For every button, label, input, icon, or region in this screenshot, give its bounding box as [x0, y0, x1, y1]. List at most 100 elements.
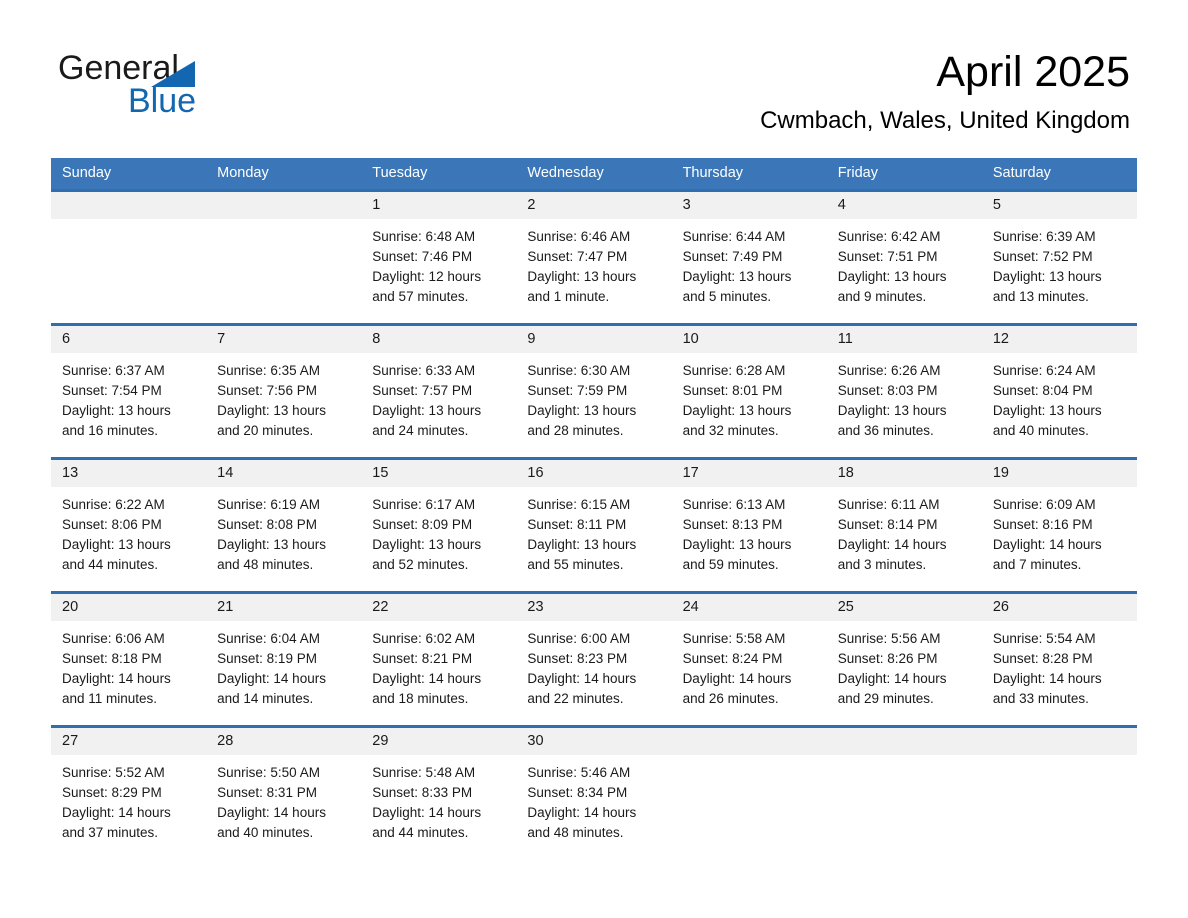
day-details: Sunrise: 6:09 AM Sunset: 8:16 PM Dayligh… [982, 487, 1137, 575]
day-number: 19 [992, 465, 1009, 481]
day-details: Sunrise: 6:02 AM Sunset: 8:21 PM Dayligh… [361, 621, 516, 709]
day-cell[interactable]: 13 Sunrise: 6:22 AM Sunset: 8:06 PM Dayl… [51, 460, 207, 591]
day-details: Sunrise: 6:24 AM Sunset: 8:04 PM Dayligh… [982, 353, 1137, 441]
sunrise-text: Sunrise: 6:48 AM [372, 229, 476, 244]
day-number-band: 18 [826, 460, 982, 487]
day-number-band: 21 [206, 594, 362, 621]
day-details: Sunrise: 6:42 AM Sunset: 7:51 PM Dayligh… [827, 219, 982, 307]
day-cell[interactable]: 8 Sunrise: 6:33 AM Sunset: 7:57 PM Dayli… [361, 326, 517, 457]
day-details: Sunrise: 5:56 AM Sunset: 8:26 PM Dayligh… [827, 621, 982, 709]
page-header: General Blue April 2025 Cwmbach, Wales, … [0, 0, 1188, 150]
day-cell[interactable]: 30 Sunrise: 5:46 AM Sunset: 8:34 PM Dayl… [516, 728, 672, 859]
daylight-text-line1: Daylight: 13 hours [372, 403, 482, 418]
day-cell[interactable]: 22 Sunrise: 6:02 AM Sunset: 8:21 PM Dayl… [361, 594, 517, 725]
day-cell[interactable]: 23 Sunrise: 6:00 AM Sunset: 8:23 PM Dayl… [516, 594, 672, 725]
day-cell[interactable]: 18 Sunrise: 6:11 AM Sunset: 8:14 PM Dayl… [826, 460, 982, 591]
day-cell[interactable]: 20 Sunrise: 6:06 AM Sunset: 8:18 PM Dayl… [51, 594, 207, 725]
generalblue-logo[interactable]: General Blue [58, 48, 318, 128]
day-cell[interactable]: 24 Sunrise: 5:58 AM Sunset: 8:24 PM Dayl… [671, 594, 827, 725]
daylight-text-line2: and 33 minutes. [992, 691, 1089, 706]
daylight-text-line1: Daylight: 13 hours [992, 269, 1102, 284]
day-cell[interactable]: 14 Sunrise: 6:19 AM Sunset: 8:08 PM Dayl… [206, 460, 362, 591]
day-cell[interactable]: 27 Sunrise: 5:52 AM Sunset: 8:29 PM Dayl… [51, 728, 207, 859]
day-details: Sunrise: 6:33 AM Sunset: 7:57 PM Dayligh… [361, 353, 516, 441]
day-cell [671, 728, 827, 859]
daylight-text-line2: and 26 minutes. [682, 691, 779, 706]
day-details: Sunrise: 6:44 AM Sunset: 7:49 PM Dayligh… [672, 219, 827, 307]
day-number: 21 [217, 599, 234, 615]
day-number: 28 [217, 733, 234, 749]
sunrise-text: Sunrise: 5:54 AM [992, 631, 1096, 646]
day-cell[interactable]: 29 Sunrise: 5:48 AM Sunset: 8:33 PM Dayl… [361, 728, 517, 859]
day-cell[interactable]: 21 Sunrise: 6:04 AM Sunset: 8:19 PM Dayl… [206, 594, 362, 725]
day-number-band: 26 [981, 594, 1137, 621]
weekday-header-tuesday: Tuesday [372, 165, 428, 181]
day-cell[interactable]: 9 Sunrise: 6:30 AM Sunset: 7:59 PM Dayli… [516, 326, 672, 457]
day-cell[interactable]: 7 Sunrise: 6:35 AM Sunset: 7:56 PM Dayli… [206, 326, 362, 457]
day-cell[interactable]: 6 Sunrise: 6:37 AM Sunset: 7:54 PM Dayli… [51, 326, 207, 457]
sunrise-text: Sunrise: 5:58 AM [682, 631, 786, 646]
day-cell[interactable]: 15 Sunrise: 6:17 AM Sunset: 8:09 PM Dayl… [361, 460, 517, 591]
sunset-text: Sunset: 8:28 PM [992, 651, 1093, 666]
day-details: Sunrise: 5:48 AM Sunset: 8:33 PM Dayligh… [361, 755, 516, 843]
sunset-text: Sunset: 8:24 PM [682, 651, 783, 666]
day-cell[interactable]: 19 Sunrise: 6:09 AM Sunset: 8:16 PM Dayl… [981, 460, 1137, 591]
week-row: 13 Sunrise: 6:22 AM Sunset: 8:06 PM Dayl… [51, 457, 1137, 591]
sunset-text: Sunset: 8:31 PM [217, 785, 317, 800]
sunrise-text: Sunrise: 6:17 AM [372, 497, 476, 512]
day-cell[interactable]: 17 Sunrise: 6:13 AM Sunset: 8:13 PM Dayl… [671, 460, 827, 591]
logo-text-blue: Blue [128, 82, 197, 120]
day-cell[interactable]: 16 Sunrise: 6:15 AM Sunset: 8:11 PM Dayl… [516, 460, 672, 591]
daylight-text-line1: Daylight: 14 hours [62, 805, 171, 820]
sunrise-text: Sunrise: 6:26 AM [837, 363, 941, 378]
sunrise-text: Sunrise: 6:33 AM [372, 363, 476, 378]
day-cell[interactable]: 10 Sunrise: 6:28 AM Sunset: 8:01 PM Dayl… [671, 326, 827, 457]
day-details: Sunrise: 6:28 AM Sunset: 8:01 PM Dayligh… [672, 353, 827, 441]
sunrise-text: Sunrise: 6:13 AM [682, 497, 786, 512]
day-details: Sunrise: 6:13 AM Sunset: 8:13 PM Dayligh… [672, 487, 827, 575]
day-number: 26 [992, 599, 1009, 615]
day-details: Sunrise: 6:11 AM Sunset: 8:14 PM Dayligh… [827, 487, 982, 575]
sunset-text: Sunset: 7:49 PM [682, 249, 783, 264]
weekday-header-wednesday: Wednesday [527, 165, 604, 181]
sunset-text: Sunset: 7:59 PM [527, 383, 628, 398]
sunset-text: Sunset: 8:14 PM [837, 517, 938, 532]
day-cell[interactable]: 4 Sunrise: 6:42 AM Sunset: 7:51 PM Dayli… [826, 192, 982, 323]
day-number-band: 13 [51, 460, 207, 487]
day-number: 17 [682, 465, 699, 481]
daylight-text-line1: Daylight: 13 hours [62, 403, 171, 418]
day-cell[interactable]: 25 Sunrise: 5:56 AM Sunset: 8:26 PM Dayl… [826, 594, 982, 725]
sunset-text: Sunset: 8:13 PM [682, 517, 783, 532]
day-cell[interactable]: 28 Sunrise: 5:50 AM Sunset: 8:31 PM Dayl… [206, 728, 362, 859]
day-details: Sunrise: 5:54 AM Sunset: 8:28 PM Dayligh… [982, 621, 1137, 709]
sunrise-text: Sunrise: 6:11 AM [837, 497, 940, 512]
sunset-text: Sunset: 8:01 PM [682, 383, 783, 398]
day-number-band: 28 [206, 728, 362, 755]
day-number: 12 [992, 331, 1009, 347]
day-cell[interactable]: 3 Sunrise: 6:44 AM Sunset: 7:49 PM Dayli… [671, 192, 827, 323]
day-cell[interactable]: 26 Sunrise: 5:54 AM Sunset: 8:28 PM Dayl… [981, 594, 1137, 725]
sunset-text: Sunset: 8:08 PM [217, 517, 317, 532]
day-cell [981, 728, 1137, 859]
day-cell[interactable]: 12 Sunrise: 6:24 AM Sunset: 8:04 PM Dayl… [981, 326, 1137, 457]
daylight-text-line2: and 48 minutes. [217, 557, 314, 572]
sunset-text: Sunset: 8:33 PM [372, 785, 473, 800]
daylight-text-line2: and 24 minutes. [372, 423, 469, 438]
weekday-header-row: Sunday Monday Tuesday Wednesday Thursday… [51, 158, 1137, 189]
sunrise-text: Sunrise: 5:48 AM [372, 765, 476, 780]
day-details: Sunrise: 6:22 AM Sunset: 8:06 PM Dayligh… [51, 487, 206, 575]
day-number-band [981, 728, 1137, 755]
day-cell[interactable]: 11 Sunrise: 6:26 AM Sunset: 8:03 PM Dayl… [826, 326, 982, 457]
day-number: 18 [837, 465, 854, 481]
day-cell[interactable]: 1 Sunrise: 6:48 AM Sunset: 7:46 PM Dayli… [361, 192, 517, 323]
day-cell[interactable]: 5 Sunrise: 6:39 AM Sunset: 7:52 PM Dayli… [981, 192, 1137, 323]
daylight-text-line1: Daylight: 13 hours [682, 269, 792, 284]
day-number-band: 27 [51, 728, 207, 755]
sunset-text: Sunset: 7:46 PM [372, 249, 473, 264]
daylight-text-line1: Daylight: 14 hours [837, 537, 947, 552]
day-cell[interactable]: 2 Sunrise: 6:46 AM Sunset: 7:47 PM Dayli… [516, 192, 672, 323]
sunrise-text: Sunrise: 6:04 AM [217, 631, 320, 646]
day-number-band: 29 [361, 728, 517, 755]
weekday-header-saturday: Saturday [992, 165, 1051, 181]
day-number: 30 [527, 733, 544, 749]
